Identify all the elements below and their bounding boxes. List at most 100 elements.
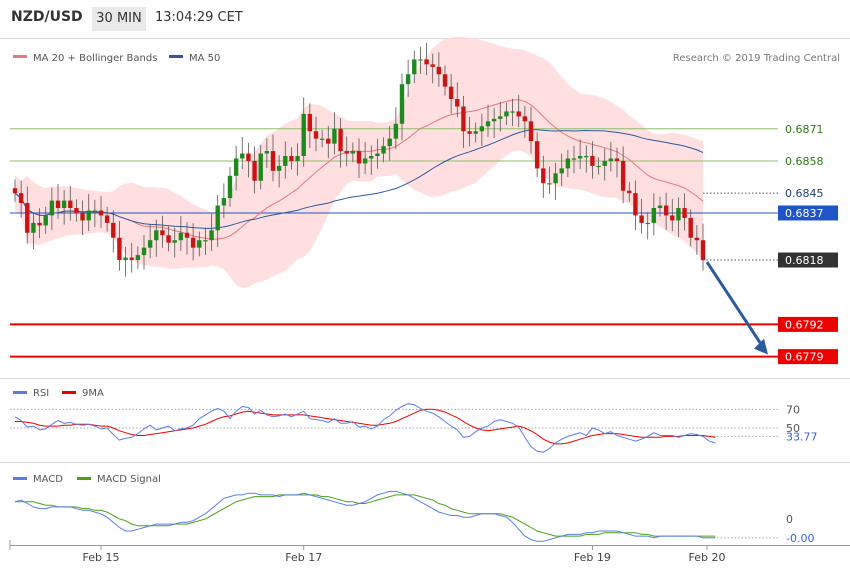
candle-body xyxy=(663,205,669,216)
candle-body xyxy=(356,151,362,164)
level-label-text: 0.6779 xyxy=(785,351,824,364)
macd-last-value: -0.00 xyxy=(786,532,814,545)
candle-body xyxy=(700,240,706,261)
candle-body xyxy=(455,99,460,107)
candle-body xyxy=(344,151,349,154)
candle-body xyxy=(246,153,251,161)
candle-body xyxy=(571,158,577,160)
candle-body xyxy=(362,158,368,164)
candle-body xyxy=(424,59,429,65)
candle-body xyxy=(184,232,190,238)
price-pane xyxy=(10,36,778,358)
candle-body xyxy=(485,121,491,127)
candle-body xyxy=(405,74,411,85)
candle-body xyxy=(510,111,515,113)
level-label-text: 0.6871 xyxy=(785,123,824,136)
legend-ma50-label: MA 50 xyxy=(189,53,220,64)
candle-body xyxy=(393,123,399,139)
candle-body xyxy=(68,200,73,209)
candle-body xyxy=(190,237,196,248)
candle-body xyxy=(479,126,485,132)
candle-body xyxy=(49,200,55,216)
candle-body xyxy=(436,66,442,75)
rsi-legend: RSI 9MA xyxy=(13,388,104,399)
candle-body xyxy=(197,240,202,248)
candle-body xyxy=(178,232,184,241)
candle-body xyxy=(307,113,313,132)
candle-body xyxy=(553,173,558,184)
legend-ma20-swatch xyxy=(13,55,27,58)
legend-macd-signal-swatch xyxy=(77,477,91,480)
time-tick-label: Feb 17 xyxy=(285,551,322,564)
candle-body xyxy=(338,128,343,152)
candle-body xyxy=(473,131,478,134)
candle-body xyxy=(172,240,177,243)
candle-body xyxy=(61,200,67,209)
candle-body xyxy=(319,138,325,140)
candle-body xyxy=(258,153,263,181)
candle-body xyxy=(682,208,687,218)
candle-body xyxy=(633,193,638,216)
candle-body xyxy=(491,118,497,122)
level-label-text: 0.6792 xyxy=(785,318,824,331)
candle-body xyxy=(215,205,220,231)
candle-body xyxy=(467,131,472,134)
rsi-last-value: 33.77 xyxy=(786,430,818,443)
candle-body xyxy=(25,203,30,233)
legend-ma50-swatch xyxy=(169,55,183,58)
candle-body xyxy=(645,222,650,225)
candle-body xyxy=(166,235,171,243)
legend-ma20-label: MA 20 + Bollinger Bands xyxy=(33,53,157,64)
candle-body xyxy=(448,86,454,100)
candle-body xyxy=(547,183,552,185)
candle-body xyxy=(670,215,675,221)
candle-body xyxy=(92,210,98,212)
candle-body xyxy=(283,156,288,166)
price-level-labels: 0.6871 0.6858 0.6845 0.6837 0.6818 0.6792 0.67… xyxy=(778,121,838,365)
candle-body xyxy=(651,208,657,223)
candle-body xyxy=(18,193,24,204)
level-label-0.6858: 0.6858 xyxy=(778,153,838,169)
time-tick-label: Feb 19 xyxy=(574,551,611,564)
candle-body xyxy=(399,84,405,124)
candle-body xyxy=(123,257,128,261)
candle-body xyxy=(412,59,417,75)
rsi-line xyxy=(14,403,716,453)
projection-arrow-shaft xyxy=(705,261,766,350)
candle-body xyxy=(117,237,122,261)
candle-body xyxy=(313,131,319,139)
candle-body xyxy=(430,64,435,67)
candle-body xyxy=(534,141,540,169)
legend-rsi-label: RSI xyxy=(33,388,49,399)
level-label-0.6871: 0.6871 xyxy=(778,121,838,137)
candle-body xyxy=(135,255,141,261)
candle-body xyxy=(55,200,61,209)
candle-body xyxy=(147,240,153,248)
candle-body xyxy=(577,156,583,159)
candle-body xyxy=(160,230,165,236)
candle-body xyxy=(301,113,306,157)
candle-body xyxy=(381,146,386,154)
candle-body xyxy=(504,111,509,117)
candle-body xyxy=(442,74,448,87)
candle-body xyxy=(276,165,282,171)
candle-body xyxy=(559,168,564,174)
candle-body xyxy=(129,257,134,261)
price-legend: MA 20 + Bollinger Bands MA 50 xyxy=(13,53,220,64)
candle-body xyxy=(627,190,632,194)
candle-body xyxy=(240,153,245,159)
time-tick-label: Feb 20 xyxy=(689,551,726,564)
candle-body xyxy=(694,237,700,241)
candle-body xyxy=(332,128,337,144)
candle-body xyxy=(264,151,270,154)
chart-frame: NZD/USD 30 MIN 13:04:29 CET MA 20 + Boll… xyxy=(0,0,850,576)
candle-body xyxy=(614,158,620,161)
candle-body xyxy=(154,230,159,241)
candle-body xyxy=(676,208,681,221)
candle-body xyxy=(80,212,85,221)
macd-signal-line xyxy=(15,494,716,537)
candle-body xyxy=(98,210,104,216)
candle-body xyxy=(270,151,276,171)
candle-body xyxy=(516,111,521,117)
candle-body xyxy=(541,168,546,184)
